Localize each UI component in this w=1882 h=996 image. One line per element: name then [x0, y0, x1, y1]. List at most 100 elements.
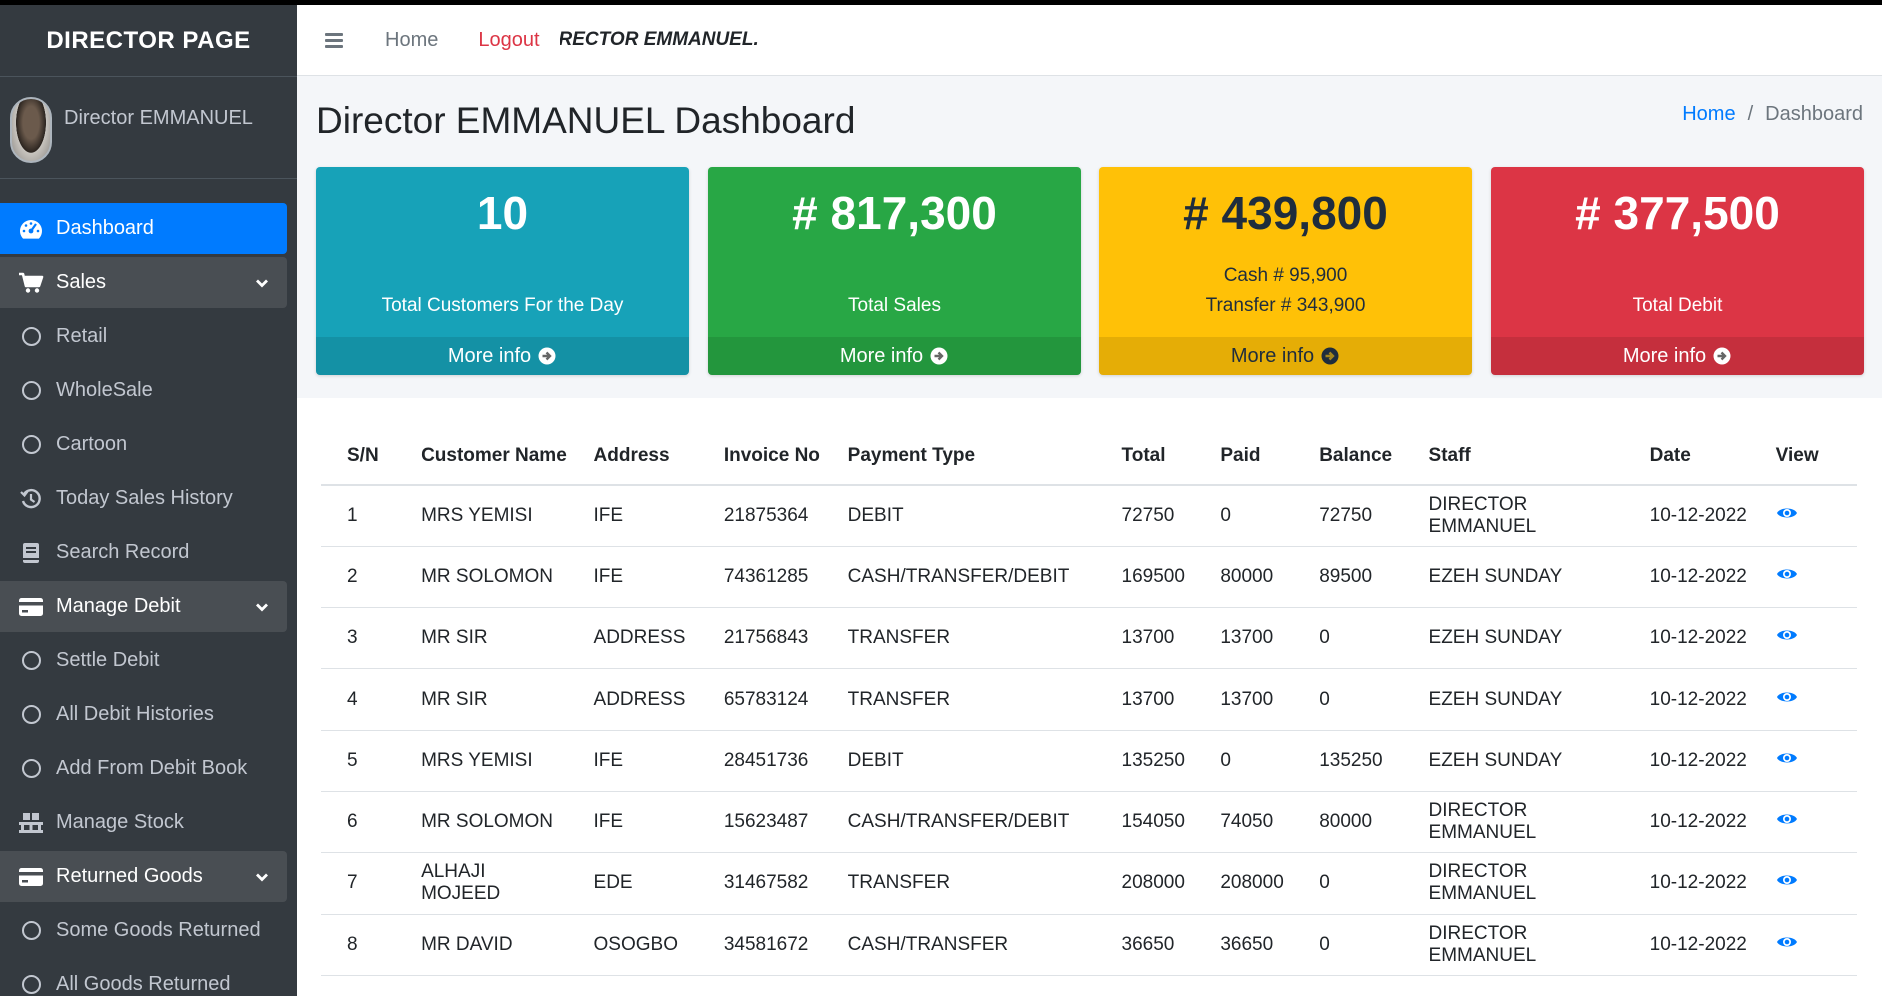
table-cell: CASH/TRANSFER/DEBIT	[821, 546, 1096, 609]
table-cell: IFE	[567, 546, 698, 609]
brand-title[interactable]: DIRECTOR PAGE	[0, 5, 297, 77]
eye-icon[interactable]	[1776, 811, 1798, 833]
more-info-link[interactable]: More info	[1491, 337, 1864, 375]
table-cell: ALHAJI MOJEED	[395, 852, 568, 915]
view-cell	[1749, 730, 1857, 792]
table-cell: 13700	[1095, 668, 1195, 731]
table-cell: IFE	[567, 791, 698, 854]
table-cell: 1	[321, 485, 396, 547]
credit-card-icon	[16, 865, 46, 889]
sidebar-item-wholesale[interactable]: WholeSale	[0, 365, 287, 416]
table-cell: 8	[321, 914, 396, 976]
pallet-icon	[16, 811, 46, 835]
table-cell: 72750	[1293, 485, 1403, 547]
breadcrumb-current: Dashboard	[1765, 103, 1863, 125]
eye-icon[interactable]	[1776, 689, 1798, 711]
eye-icon[interactable]	[1776, 934, 1798, 956]
menu-toggle-icon[interactable]	[325, 30, 343, 51]
sidebar-item-sales[interactable]: Sales	[0, 257, 287, 308]
sidebar-item-cartoon[interactable]: Cartoon	[0, 419, 287, 470]
table-cell: DIRECTOR EMMANUEL	[1402, 852, 1624, 915]
sidebar-item-label: Cartoon	[56, 433, 128, 455]
stat-label-transfer: Transfer # 343,900	[1205, 295, 1366, 316]
eye-icon[interactable]	[1776, 505, 1798, 527]
breadcrumb-home-link[interactable]: Home	[1682, 103, 1735, 126]
table-cell: CASH/TRANSFER	[821, 914, 1096, 976]
sidebar-item-label: Sales	[56, 271, 107, 293]
arrow-circle-right-icon	[929, 346, 949, 366]
table-cell: 4	[321, 668, 396, 731]
column-header[interactable]: Total	[1095, 428, 1195, 486]
column-header[interactable]: Staff	[1402, 428, 1624, 486]
table-cell: 13700	[1194, 607, 1294, 670]
stat-box-customers: 10 Total Customers For the Day More info	[316, 167, 689, 375]
column-header[interactable]: Balance	[1293, 428, 1403, 486]
logout-link[interactable]: Logout	[478, 29, 539, 52]
sidebar-item-settle-debit[interactable]: Settle Debit	[0, 635, 287, 686]
table-cell: DIRECTOR EMMANUEL	[1402, 485, 1624, 547]
table-row: 3 MR SIR ADDRESS 21756843 TRANSFER 13700 13700…	[321, 607, 1857, 670]
caret-down-icon	[255, 271, 269, 294]
sidebar-item-label: Dashboard	[56, 217, 154, 239]
table-cell: 135250	[1293, 730, 1403, 792]
book-icon	[16, 541, 46, 565]
eye-icon[interactable]	[1776, 627, 1798, 649]
table-cell: 0	[1194, 485, 1294, 547]
table-cell: MR SIR	[395, 607, 568, 670]
sidebar-item-retail[interactable]: Retail	[0, 311, 287, 362]
table-cell: IFE	[567, 485, 698, 547]
user-name[interactable]: Director EMMANUEL	[64, 107, 253, 130]
column-header[interactable]: Payment Type	[821, 428, 1096, 486]
nav-home-link[interactable]: Home	[385, 29, 438, 52]
column-header[interactable]: Paid	[1194, 428, 1294, 486]
sidebar: DIRECTOR PAGE Director EMMANUEL Dashboar…	[0, 5, 297, 996]
sidebar-item-add-from-debit-book[interactable]: Add From Debit Book	[0, 743, 287, 794]
column-header[interactable]: S/N	[321, 428, 396, 486]
column-header[interactable]: Invoice No	[697, 428, 822, 486]
column-header[interactable]: Customer Name	[395, 428, 568, 486]
table-cell: 28451736	[697, 730, 822, 792]
more-info-link[interactable]: More info	[316, 337, 689, 375]
sidebar-item-today-sales-history[interactable]: Today Sales History	[0, 473, 287, 524]
column-header[interactable]: Date	[1623, 428, 1750, 486]
table-cell: 72750	[1095, 485, 1195, 547]
breadcrumb: Home / Dashboard	[1682, 103, 1863, 126]
table-cell: 10-12-2022	[1623, 730, 1750, 792]
sidebar-item-label: Settle Debit	[56, 649, 160, 671]
table-cell: 21875364	[697, 485, 822, 547]
eye-icon[interactable]	[1776, 750, 1798, 772]
table-cell: 10-12-2022	[1623, 607, 1750, 670]
sidebar-item-all-debit-histories[interactable]: All Debit Histories	[0, 689, 287, 740]
avatar[interactable]	[10, 97, 52, 163]
sidebar-nav: Dashboard Sales Retail WholeSale Cartoon Toda…	[0, 203, 297, 996]
table-cell: EZEH SUNDAY	[1402, 668, 1624, 731]
sidebar-item-search-record[interactable]: Search Record	[0, 527, 287, 578]
sidebar-item-all-goods-returned[interactable]: All Goods Returned	[0, 959, 287, 996]
sidebar-item-label: All Debit Histories	[56, 703, 214, 725]
sidebar-item-manage-debit[interactable]: Manage Debit	[0, 581, 287, 632]
sidebar-item-manage-stock[interactable]: Manage Stock	[0, 797, 287, 848]
table-cell: 10-12-2022	[1623, 791, 1750, 854]
sidebar-item-some-goods-returned[interactable]: Some Goods Returned	[0, 905, 287, 956]
table-cell: 135250	[1095, 730, 1195, 792]
view-cell	[1749, 485, 1857, 547]
column-header[interactable]: View	[1749, 428, 1857, 486]
marquee: DIRECTOR EMMANUEL.	[560, 29, 780, 51]
sidebar-item-returned-goods[interactable]: Returned Goods	[0, 851, 287, 902]
arrow-circle-right-icon	[1320, 346, 1340, 366]
more-info-link[interactable]: More info	[1099, 337, 1472, 375]
eye-icon[interactable]	[1776, 566, 1798, 588]
table-cell: 65783124	[697, 668, 822, 731]
table-header-row: S/N Customer Name Address Invoice No Payment…	[321, 428, 1857, 486]
more-info-link[interactable]: More info	[708, 337, 1081, 375]
circle-icon	[16, 919, 46, 943]
eye-icon[interactable]	[1776, 872, 1798, 894]
column-header[interactable]: Address	[567, 428, 698, 486]
table-cell: 10-12-2022	[1623, 485, 1750, 547]
circle-icon	[16, 379, 46, 403]
topbar: Home Logout DIRECTOR EMMANUEL.	[297, 5, 1882, 76]
stat-label: Total Sales	[848, 295, 941, 316]
tachometer-icon	[16, 217, 46, 241]
stat-value: 10	[476, 187, 529, 239]
sidebar-item-dashboard[interactable]: Dashboard	[0, 203, 287, 254]
